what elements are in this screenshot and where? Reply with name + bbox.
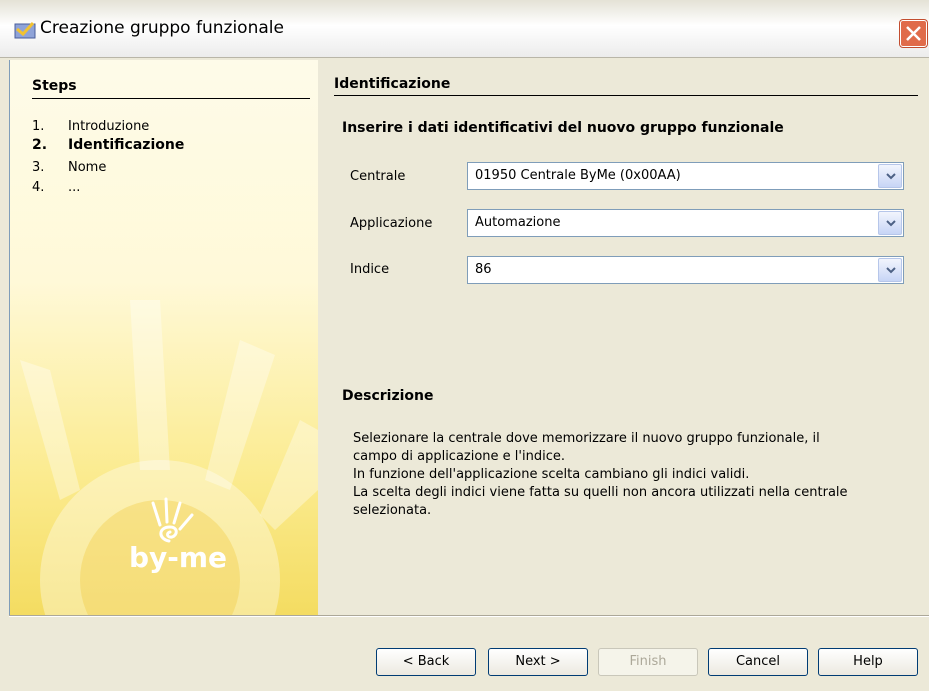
close-button[interactable]: [900, 20, 927, 47]
description-line: La scelta degli indici viene fatta su qu…: [353, 485, 848, 500]
dropdown-button[interactable]: [878, 258, 902, 282]
chevron-down-icon: [886, 173, 896, 180]
step-number: 1.: [32, 119, 45, 134]
centrale-value: 01950 Centrale ByMe (0x00AA): [475, 168, 681, 183]
chevron-down-icon: [886, 267, 896, 274]
section-title: Identificazione: [334, 76, 451, 92]
step-label: Identificazione: [68, 137, 185, 153]
app-icon: [14, 21, 36, 39]
step-item: 1. Introduzione: [32, 119, 149, 134]
description-line: In funzione dell'applicazione scelta cam…: [353, 467, 750, 482]
next-button[interactable]: Next >: [488, 648, 588, 676]
applicazione-value: Automazione: [475, 215, 561, 230]
step-item: 3. Nome: [32, 160, 106, 175]
description-title: Descrizione: [342, 388, 434, 404]
description-line: Selezionare la centrale dove memorizzare…: [353, 431, 820, 446]
window-frame: [0, 58, 9, 691]
applicazione-label: Applicazione: [350, 216, 433, 231]
finish-button[interactable]: Finish: [598, 648, 698, 676]
step-label: Introduzione: [68, 119, 150, 134]
cancel-button[interactable]: Cancel: [708, 648, 808, 676]
centrale-select[interactable]: 01950 Centrale ByMe (0x00AA): [467, 162, 904, 190]
step-number: 2.: [32, 137, 48, 153]
title-bar: Creazione gruppo funzionale: [0, 0, 929, 58]
window-title: Creazione gruppo funzionale: [40, 18, 284, 38]
indice-label: Indice: [350, 262, 390, 277]
separator-highlight: [9, 616, 929, 617]
indice-select[interactable]: 86: [467, 256, 904, 284]
description-line: campo di applicazione e l'indice.: [353, 449, 565, 464]
chevron-down-icon: [886, 220, 896, 227]
description-line: selezionata.: [353, 503, 432, 518]
dropdown-button[interactable]: [878, 211, 902, 235]
divider: [334, 95, 918, 96]
form-subtitle: Inserire i dati identificativi del nuovo…: [342, 120, 784, 136]
byme-logo: by-me: [129, 497, 227, 574]
step-label: Nome: [68, 160, 107, 175]
content-panel: [318, 60, 929, 615]
applicazione-select[interactable]: Automazione: [467, 209, 904, 237]
step-item-active: 2. Identificazione: [32, 137, 184, 153]
back-button[interactable]: < Back: [376, 648, 476, 676]
indice-value: 86: [475, 262, 492, 277]
centrale-label: Centrale: [350, 169, 406, 184]
step-item: 4....: [32, 180, 80, 195]
steps-heading: Steps: [32, 78, 77, 94]
help-button[interactable]: Help: [818, 648, 918, 676]
step-label: ...: [68, 180, 81, 195]
divider: [32, 98, 310, 99]
step-number: 4.: [32, 180, 45, 195]
logo-text: by-me: [129, 541, 227, 574]
description-text: Selezionare la centrale dove memorizzare…: [353, 430, 913, 520]
dropdown-button[interactable]: [878, 164, 902, 188]
steps-panel: Steps 1. Introduzione 2. Identificazione 3…: [10, 60, 318, 615]
step-number: 3.: [32, 160, 45, 175]
close-icon: [906, 26, 921, 41]
